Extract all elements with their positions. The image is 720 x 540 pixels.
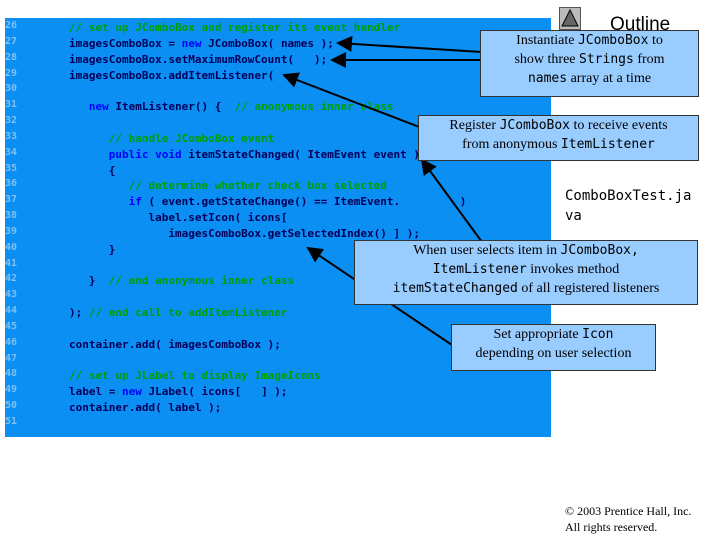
copyright: © 2003 Prentice Hall, Inc. All rights re… [565, 504, 692, 534]
callout-item-state-changed: When user selects item in JComboBox, Ite… [354, 240, 698, 305]
arrow [420, 158, 483, 243]
callout-register: Register JComboBox to receive events fro… [418, 115, 699, 161]
arrow [282, 72, 423, 129]
arrow [336, 35, 483, 53]
callout-instantiate: Instantiate JComboBox to show three Stri… [480, 30, 699, 97]
callout-set-icon: Set appropriate Icon depending on user s… [451, 324, 656, 371]
